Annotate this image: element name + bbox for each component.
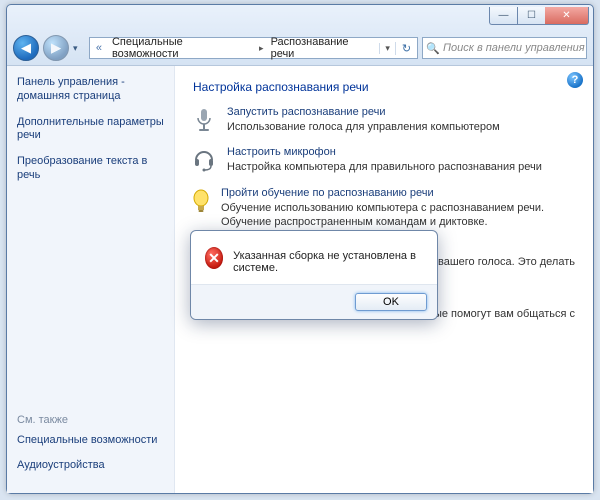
sidebar-footer: См. также Специальные возможности Аудиоу… — [17, 414, 164, 486]
address-bar[interactable]: « Специальные возможности ▸ Распознавани… — [89, 37, 418, 59]
sidebar-home-link[interactable]: Панель управления - домашняя страница — [17, 76, 164, 104]
error-dialog: ✕ Указанная сборка не установлена в сист… — [190, 230, 438, 320]
forward-button[interactable]: ▶ — [43, 35, 69, 61]
lightbulb-icon — [191, 187, 211, 230]
chevron-right-icon: ▸ — [256, 43, 267, 54]
task-desc: Использование голоса для управления комп… — [227, 120, 500, 134]
sidebar: Панель управления - домашняя страница До… — [7, 66, 175, 493]
task-link-start[interactable]: Запустить распознавание речи — [227, 106, 386, 118]
sidebar-advanced-link[interactable]: Дополнительные параметры речи — [17, 116, 164, 144]
search-icon: 🔍 — [423, 42, 443, 55]
back-button[interactable]: ◀ — [13, 35, 39, 61]
task-desc: Обучение использованию компьютера с расп… — [221, 201, 579, 230]
maximize-button[interactable]: ☐ — [517, 7, 545, 25]
task-link-tutorial[interactable]: Пройти обучение по распознаванию речи — [221, 187, 434, 199]
search-placeholder: Поиск в панели управления — [443, 42, 585, 54]
nav-bar: ◀ ▶ ▾ « Специальные возможности ▸ Распоз… — [7, 31, 593, 65]
search-box[interactable]: 🔍 Поиск в панели управления — [422, 37, 587, 59]
close-button[interactable]: ✕ — [545, 7, 589, 25]
titlebar: — ☐ ✕ — [7, 5, 593, 31]
error-icon: ✕ — [205, 247, 223, 269]
address-icon: « — [90, 42, 108, 54]
breadcrumb-seg-1[interactable]: Специальные возможности — [108, 36, 256, 60]
error-message: Указанная сборка не установлена в систем… — [233, 247, 423, 274]
task-link-setup-mic[interactable]: Настроить микрофон — [227, 146, 336, 158]
ok-button[interactable]: OK — [355, 293, 427, 311]
see-also-heading: См. также — [17, 414, 164, 426]
breadcrumb-seg-2[interactable]: Распознавание речи — [267, 36, 380, 60]
address-dropdown[interactable]: ▾ — [379, 43, 395, 54]
history-dropdown[interactable]: ▾ — [73, 43, 85, 54]
minimize-button[interactable]: — — [489, 7, 517, 25]
task-item: Запустить распознавание речи Использован… — [191, 106, 579, 134]
page-title: Настройка распознавания речи — [193, 80, 579, 94]
headset-icon — [191, 146, 217, 174]
task-desc: Настройка компьютера для правильного рас… — [227, 160, 542, 174]
refresh-button[interactable]: ↻ — [395, 42, 417, 55]
sidebar-tts-link[interactable]: Преобразование текста в речь — [17, 155, 164, 183]
window-buttons: — ☐ ✕ — [489, 7, 589, 25]
microphone-icon — [191, 106, 217, 134]
task-item: Пройти обучение по распознаванию речи Об… — [191, 187, 579, 230]
task-item: Настроить микрофон Настройка компьютера … — [191, 146, 579, 174]
sidebar-audio-link[interactable]: Аудиоустройства — [17, 459, 164, 473]
sidebar-accessibility-link[interactable]: Специальные возможности — [17, 434, 164, 448]
help-icon[interactable]: ? — [567, 72, 583, 88]
